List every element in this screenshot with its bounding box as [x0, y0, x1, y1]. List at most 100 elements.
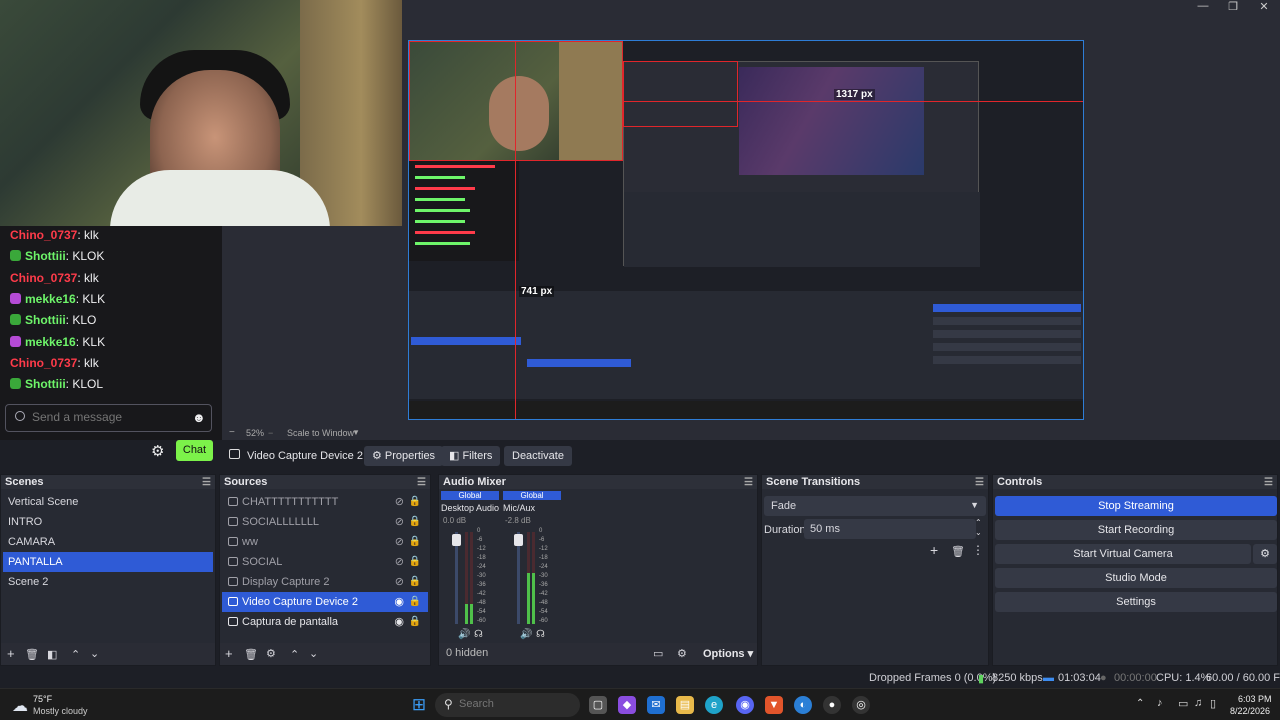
start-virtual-camera-button[interactable]: Start Virtual Camera: [995, 544, 1251, 564]
scene-item[interactable]: INTRO: [3, 512, 213, 532]
taskbar-search-input[interactable]: [459, 698, 539, 710]
lock-icon[interactable]: 🔒: [409, 512, 421, 532]
scale-mode[interactable]: Scale to Window: [287, 428, 354, 438]
visibility-icon[interactable]: ⊘: [395, 492, 404, 512]
clock-time[interactable]: 6:03 PM: [1238, 694, 1272, 704]
chat-username[interactable]: Shottiii: [25, 313, 66, 327]
virtual-camera-settings-button[interactable]: ⚙: [1253, 544, 1277, 564]
source-item[interactable]: SOCIALLLLLLL ⊘ 🔒: [222, 512, 428, 532]
volume-icon[interactable]: ♫: [1194, 697, 1202, 709]
dock-menu-icon[interactable]: ☰: [202, 476, 211, 490]
mixer-options-button[interactable]: Options ▾: [703, 647, 753, 660]
outlook-icon[interactable]: ✉: [647, 696, 665, 714]
obs-icon[interactable]: ●: [823, 696, 841, 714]
visibility-icon[interactable]: ⊘: [395, 572, 404, 592]
chat-username[interactable]: mekke16: [25, 335, 76, 349]
scene-item[interactable]: CAMARA: [3, 532, 213, 552]
transition-select[interactable]: Fade ▼: [764, 496, 986, 516]
remove-scene-icon[interactable]: 🗑: [25, 648, 39, 661]
app-icon[interactable]: ◐: [794, 696, 812, 714]
chat-username[interactable]: mekke16: [25, 292, 76, 306]
chat-username[interactable]: Chino_0737: [10, 271, 77, 285]
lock-icon[interactable]: 🔒: [409, 612, 421, 632]
taskbar-search[interactable]: ⚲: [435, 693, 580, 717]
scene-item[interactable]: Scene 2: [3, 572, 213, 592]
clock-date[interactable]: 8/22/2026: [1230, 706, 1270, 716]
source-item[interactable]: CHATTTTTTTTTTT ⊘ 🔒: [222, 492, 428, 512]
visibility-icon[interactable]: ◉: [394, 592, 404, 612]
more-options-icon[interactable]: ⋮: [972, 543, 984, 557]
chat-message-field[interactable]: [32, 410, 182, 424]
zoom-out-button[interactable]: −: [229, 427, 235, 438]
chat-input[interactable]: ☻: [5, 404, 212, 432]
dock-menu-icon[interactable]: ☰: [1264, 476, 1273, 490]
scale-dropdown-icon[interactable]: ▼: [352, 428, 360, 437]
layout-toggle-icon[interactable]: ▭: [653, 647, 663, 660]
microphone-icon[interactable]: ♪: [1157, 697, 1163, 709]
chat-username[interactable]: Chino_0737: [10, 356, 77, 370]
emote-icon[interactable]: ☻: [192, 410, 206, 425]
network-icon[interactable]: ▭: [1178, 697, 1188, 710]
lock-icon[interactable]: 🔒: [409, 592, 421, 612]
weather-icon[interactable]: ☁: [12, 696, 28, 716]
zoom-out-icon[interactable]: −: [268, 428, 273, 438]
filters-button[interactable]: ◧ Filters: [441, 446, 501, 466]
properties-button[interactable]: ⚙ Properties: [364, 446, 444, 466]
maximize-button[interactable]: ❐: [1217, 0, 1249, 14]
lock-icon[interactable]: 🔒: [409, 552, 421, 572]
monitor-icon[interactable]: ☊: [536, 629, 545, 640]
discord-icon[interactable]: ◉: [736, 696, 754, 714]
remove-transition-icon[interactable]: 🗑: [951, 545, 965, 558]
volume-fader-handle[interactable]: [452, 534, 461, 546]
volume-fader-handle[interactable]: [514, 534, 523, 546]
chat-username[interactable]: Chino_0737: [10, 228, 77, 242]
obs-active-icon[interactable]: ◎: [852, 696, 870, 714]
duration-field[interactable]: 50 ms: [804, 519, 976, 539]
windows-start-icon[interactable]: ⊞: [410, 696, 428, 714]
visibility-icon[interactable]: ◉: [394, 612, 404, 632]
settings-button[interactable]: Settings: [995, 592, 1277, 612]
move-up-icon[interactable]: ⌃: [290, 648, 299, 661]
monitor-icon[interactable]: ☊: [474, 629, 483, 640]
lock-icon[interactable]: 🔒: [409, 572, 421, 592]
dock-menu-icon[interactable]: ☰: [744, 476, 753, 490]
dock-menu-icon[interactable]: ☰: [975, 476, 984, 490]
source-item[interactable]: Video Capture Device 2 ◉ 🔒: [222, 592, 428, 612]
channel-name[interactable]: Mic/Aux: [503, 503, 535, 513]
mixer-settings-icon[interactable]: ⚙: [677, 647, 687, 660]
chat-username[interactable]: Shottiii: [25, 249, 66, 263]
scene-filters-icon[interactable]: ◧: [47, 648, 57, 661]
dock-menu-icon[interactable]: ☰: [417, 476, 426, 490]
lock-icon[interactable]: 🔒: [409, 532, 421, 552]
tray-chevron-icon[interactable]: ⌃: [1136, 698, 1144, 709]
stepper-down-icon[interactable]: ⌄: [975, 528, 982, 537]
add-transition-icon[interactable]: +: [930, 542, 938, 558]
stepper-up-icon[interactable]: ⌃: [975, 518, 982, 527]
visibility-icon[interactable]: ⊘: [395, 532, 404, 552]
move-down-icon[interactable]: ⌄: [90, 647, 99, 660]
chat-username[interactable]: Shottiii: [25, 377, 66, 391]
scene-item[interactable]: Vertical Scene: [3, 492, 213, 512]
file-explorer-icon[interactable]: ▤: [676, 696, 694, 714]
task-view-icon[interactable]: ▢: [589, 696, 607, 714]
source-item[interactable]: SOCIAL ⊘ 🔒: [222, 552, 428, 572]
move-up-icon[interactable]: ⌃: [71, 648, 80, 661]
source-properties-icon[interactable]: ⚙: [266, 647, 276, 660]
close-button[interactable]: ✕: [1248, 0, 1280, 14]
scene-item[interactable]: PANTALLA: [3, 552, 213, 572]
lock-icon[interactable]: 🔒: [409, 492, 421, 512]
stop-streaming-button[interactable]: Stop Streaming: [995, 496, 1277, 516]
source-item[interactable]: Display Capture 2 ⊘ 🔒: [222, 572, 428, 592]
brave-icon[interactable]: ▼: [765, 696, 783, 714]
start-recording-button[interactable]: Start Recording: [995, 520, 1277, 540]
studio-mode-button[interactable]: Studio Mode: [995, 568, 1277, 588]
battery-icon[interactable]: ▯: [1210, 697, 1216, 710]
minimize-button[interactable]: —: [1187, 0, 1219, 14]
source-item[interactable]: Captura de pantalla ◉ 🔒: [222, 612, 428, 632]
deactivate-button[interactable]: Deactivate: [504, 446, 572, 466]
copilot-icon[interactable]: ◆: [618, 696, 636, 714]
visibility-icon[interactable]: ⊘: [395, 552, 404, 572]
visibility-icon[interactable]: ⊘: [395, 512, 404, 532]
channel-name[interactable]: Desktop Audio: [441, 503, 499, 513]
gear-icon[interactable]: ⚙: [151, 442, 164, 460]
